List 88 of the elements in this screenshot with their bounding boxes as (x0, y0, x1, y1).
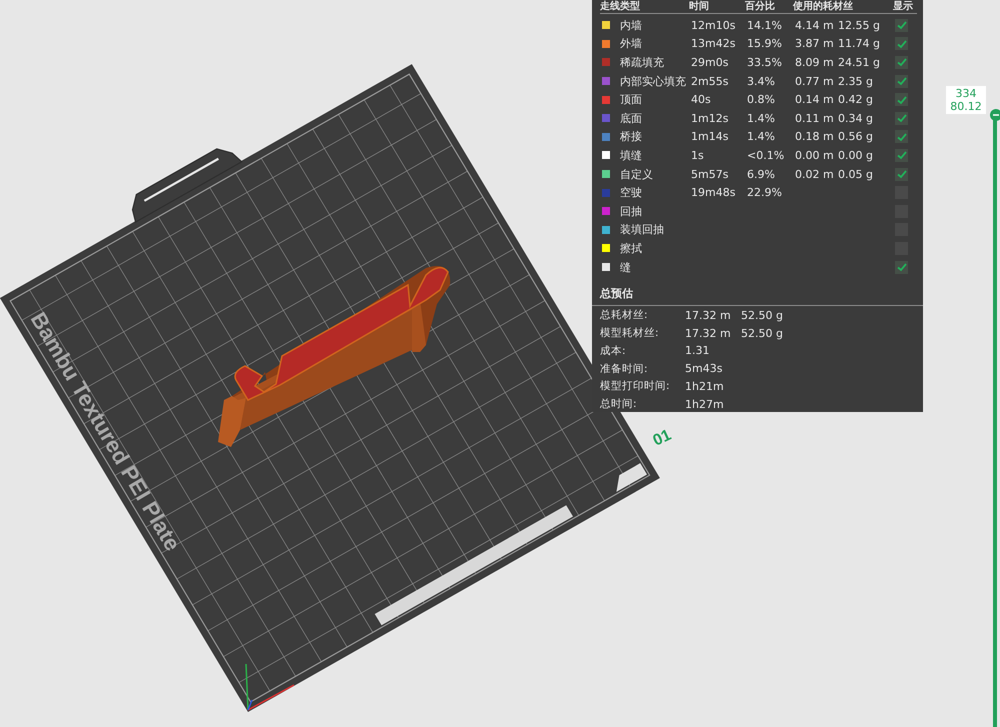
estimate-label: 总时间: (600, 397, 638, 412)
estimate-label: 模型耗材丝: (600, 326, 660, 340)
weight-value: 0.42 g (838, 93, 873, 106)
weight-value: 11.74 g (838, 37, 880, 50)
layer-slider-track[interactable] (990, 109, 1000, 727)
line-type-name: 稀疏填充 (620, 54, 665, 70)
line-type-name: 底面 (620, 110, 643, 126)
time-value: 19m48s (691, 186, 736, 200)
show-checkbox[interactable] (895, 93, 908, 106)
estimate-value: 1h21m (685, 380, 725, 393)
line-type-name: 擦拭 (620, 240, 643, 256)
show-checkbox[interactable] (895, 74, 908, 88)
show-checkbox[interactable] (895, 18, 908, 32)
show-checkbox[interactable] (895, 112, 908, 125)
time-value: 29m0s (691, 56, 728, 69)
layer-height: 80.12 (950, 100, 982, 113)
column-header: 显示 (893, 0, 913, 12)
column-header: 使用的耗材丝 (793, 0, 854, 12)
line-type-name: 桥接 (620, 129, 643, 144)
weight-value: 0.05 g (838, 168, 873, 181)
line-type-name: 内部实心填充 (620, 74, 687, 89)
time-value: 1m14s (691, 130, 728, 144)
percent-value: 33.5% (747, 56, 782, 69)
weight-value: 0.56 g (838, 130, 873, 144)
time-value: 2m55s (691, 74, 728, 88)
weight-value: 12.55 g (838, 18, 880, 32)
length-value: 0.02 m (795, 168, 834, 181)
weight-value: 0.00 g (838, 148, 873, 162)
time-value: 40s (691, 93, 711, 106)
column-header: 百分比 (745, 0, 776, 12)
weight-value: 2.35 g (838, 74, 873, 88)
line-type-name: 回抽 (620, 204, 643, 219)
line-type-name: 内墙 (620, 18, 643, 33)
estimate-label: 成本: (600, 344, 627, 358)
weight-value: 24.51 g (838, 56, 880, 69)
time-value: 13m42s (691, 37, 736, 50)
line-type-name: 装填回抽 (620, 222, 665, 238)
length-value: 0.00 m (795, 148, 834, 162)
line-type-name: 缝 (620, 260, 632, 275)
time-value: 1s (691, 148, 704, 162)
axis-drawing (245, 664, 294, 711)
line-type-name: 空驶 (620, 185, 643, 200)
show-checkbox[interactable] (895, 168, 908, 181)
percent-value: 22.9% (747, 186, 782, 200)
estimate-value: 17.32 m (685, 326, 732, 340)
percent-value: 14.1% (747, 18, 782, 32)
percent-value: 6.9% (747, 168, 775, 181)
percent-value: 1.4% (747, 112, 775, 125)
percent-value: 15.9% (747, 37, 782, 50)
estimate-label: 准备时间: (600, 362, 649, 376)
show-checkbox[interactable] (895, 260, 908, 274)
percent-value: 1.4% (747, 130, 775, 144)
percent-value: 0.8% (747, 93, 775, 106)
estimate-value: 1h27m (685, 398, 725, 411)
line-type-name: 填缝 (620, 148, 643, 163)
show-checkbox[interactable] (895, 148, 908, 162)
estimate-value: 52.50 g (741, 308, 784, 322)
corner-marker (616, 463, 648, 492)
percent-value: <0.1% (747, 148, 784, 162)
line-type-name: 外墙 (620, 36, 643, 52)
layer-number: 334 (956, 87, 976, 100)
section-title: 总预估 (592, 284, 923, 306)
length-value: 3.87 m (795, 37, 834, 50)
length-value: 0.18 m (795, 130, 834, 144)
percent-value: 3.4% (747, 74, 775, 88)
length-value: 4.14 m (795, 18, 834, 32)
estimate-value: 52.50 g (741, 326, 784, 340)
time-value: 12m10s (691, 18, 736, 32)
estimate-value: 1.31 (685, 344, 710, 358)
weight-value: 0.34 g (838, 112, 873, 125)
estimate-label: 总耗材丝: (600, 308, 649, 322)
column-header: 走线类型 (600, 0, 641, 12)
length-value: 0.11 m (795, 112, 834, 125)
length-value: 0.77 m (795, 74, 834, 88)
line-type-name: 顶面 (620, 92, 643, 108)
plate-number: 01 (650, 426, 674, 450)
show-checkbox[interactable] (895, 130, 908, 144)
length-value: 0.14 m (795, 93, 834, 106)
show-checkbox[interactable] (895, 56, 908, 69)
length-value: 8.09 m (795, 56, 834, 69)
estimate-label: 模型打印时间: (600, 379, 671, 394)
column-header: 时间 (689, 0, 710, 12)
time-value: 5m57s (691, 168, 728, 181)
line-type-name: 自定义 (620, 166, 654, 182)
estimate-value: 17.32 m (685, 308, 732, 322)
estimate-value: 5m43s (685, 362, 724, 376)
time-value: 1m12s (691, 112, 728, 125)
show-checkbox[interactable] (895, 37, 908, 50)
